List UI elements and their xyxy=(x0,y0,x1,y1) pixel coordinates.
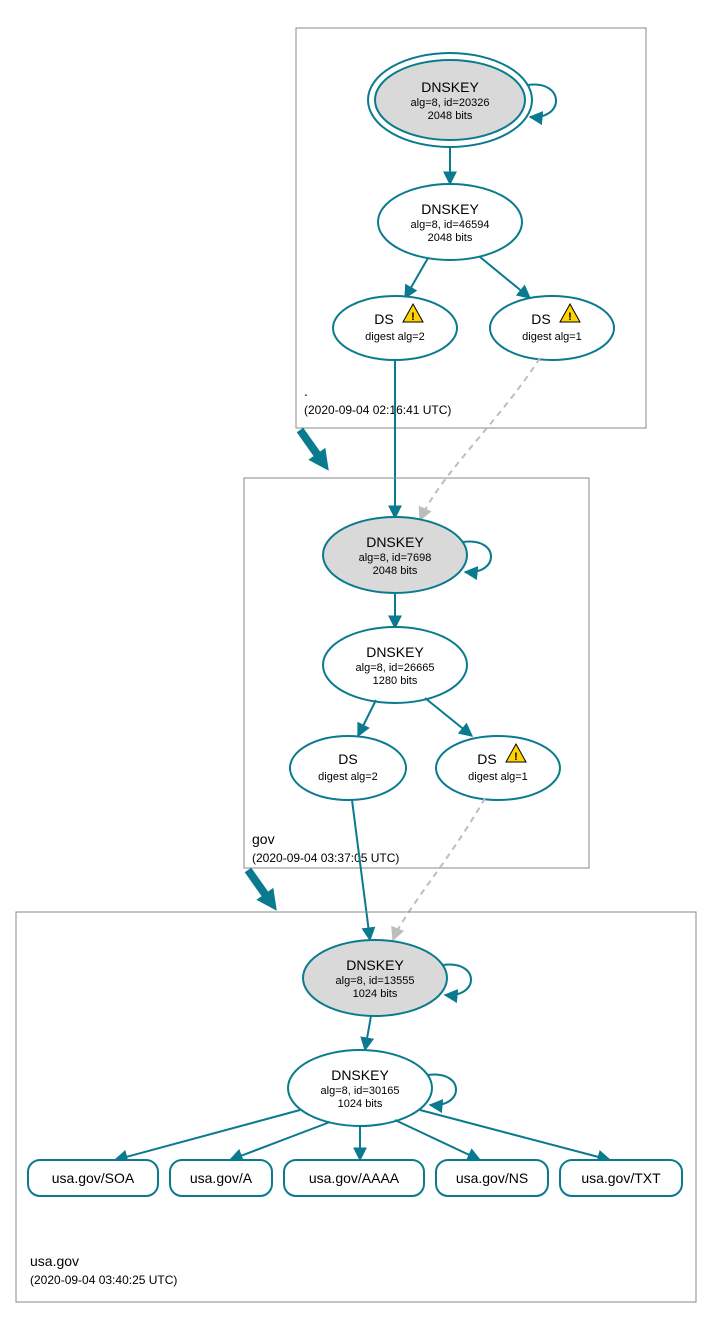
node-root-ds-left: DS digest alg=2 ! xyxy=(333,296,457,360)
rr-txt-label: usa.gov/TXT xyxy=(581,1170,661,1186)
gov-ksk-line2: alg=8, id=7698 xyxy=(359,552,432,564)
gov-dsright-sub: digest alg=1 xyxy=(468,771,528,783)
node-root-zsk: DNSKEY alg=8, id=46594 2048 bits xyxy=(378,184,522,260)
zone-label-gov: gov xyxy=(252,831,275,847)
edge-usagov-ksk-zsk xyxy=(365,1016,371,1050)
usagov-zsk-line2: alg=8, id=30165 xyxy=(321,1085,400,1097)
edge-gov-zsk-dsleft xyxy=(358,700,376,736)
root-ksk-title: DNSKEY xyxy=(421,79,479,95)
edge-zone-gov-to-usagov xyxy=(248,870,272,904)
edge-root-dsright-gov-ksk xyxy=(420,358,540,520)
node-usagov-ksk: DNSKEY alg=8, id=13555 1024 bits xyxy=(303,940,447,1016)
rr-aaaa-label: usa.gov/AAAA xyxy=(309,1170,400,1186)
svg-text:!: ! xyxy=(568,311,572,323)
gov-zsk-title: DNSKEY xyxy=(366,644,424,660)
zone-time-usagov: (2020-09-04 03:40:25 UTC) xyxy=(30,1273,177,1287)
usagov-zsk-title: DNSKEY xyxy=(331,1067,389,1083)
edge-root-zsk-dsleft xyxy=(405,258,428,298)
svg-text:!: ! xyxy=(514,751,518,763)
root-dsleft-sub: digest alg=2 xyxy=(365,331,425,343)
node-gov-zsk: DNSKEY alg=8, id=26665 1280 bits xyxy=(323,627,467,703)
usagov-ksk-line3: 1024 bits xyxy=(353,988,398,1000)
root-zsk-line3: 2048 bits xyxy=(428,232,473,244)
rr-a: usa.gov/A xyxy=(170,1160,272,1196)
edge-gov-zsk-dsright xyxy=(425,698,472,736)
node-root-ksk: DNSKEY alg=8, id=20326 2048 bits xyxy=(368,53,532,147)
gov-dsright-title: DS xyxy=(477,751,496,767)
root-dsright-sub: digest alg=1 xyxy=(522,331,582,343)
edge-gov-dsright-usagov-ksk xyxy=(393,798,485,940)
gov-dsleft-title: DS xyxy=(338,751,357,767)
node-usagov-zsk: DNSKEY alg=8, id=30165 1024 bits xyxy=(288,1050,432,1126)
root-dsright-title: DS xyxy=(531,311,550,327)
gov-dsleft-sub: digest alg=2 xyxy=(318,771,378,783)
node-gov-ksk: DNSKEY alg=8, id=7698 2048 bits xyxy=(323,517,467,593)
rr-ns-label: usa.gov/NS xyxy=(456,1170,528,1186)
gov-zsk-line3: 1280 bits xyxy=(373,675,418,687)
edge-gov-dsleft-usagov-ksk xyxy=(352,800,370,940)
edge-root-zsk-dsright xyxy=(480,257,530,298)
rr-a-label: usa.gov/A xyxy=(190,1170,253,1186)
root-ksk-line3: 2048 bits xyxy=(428,110,473,122)
root-dsleft-title: DS xyxy=(374,311,393,327)
gov-ksk-line3: 2048 bits xyxy=(373,565,418,577)
gov-ksk-title: DNSKEY xyxy=(366,534,424,550)
root-ksk-line2: alg=8, id=20326 xyxy=(411,97,490,109)
node-root-ds-right: DS digest alg=1 ! xyxy=(490,296,614,360)
node-gov-ds-right: DS digest alg=1 ! xyxy=(436,736,560,800)
gov-zsk-line2: alg=8, id=26665 xyxy=(356,662,435,674)
node-gov-ds-left: DS digest alg=2 xyxy=(290,736,406,800)
zone-time-gov: (2020-09-04 03:37:05 UTC) xyxy=(252,851,399,865)
edge-zsk-rr-a xyxy=(230,1122,330,1160)
usagov-ksk-line2: alg=8, id=13555 xyxy=(336,975,415,987)
dnssec-diagram: . (2020-09-04 02:16:41 UTC) DNSKEY alg=8… xyxy=(0,0,707,1320)
rr-soa: usa.gov/SOA xyxy=(28,1160,158,1196)
zone-time-root: (2020-09-04 02:16:41 UTC) xyxy=(304,403,451,417)
edge-zsk-rr-txt xyxy=(420,1110,610,1160)
root-zsk-line2: alg=8, id=46594 xyxy=(411,219,490,231)
rr-ns: usa.gov/NS xyxy=(436,1160,548,1196)
svg-text:!: ! xyxy=(411,311,415,323)
edge-zsk-rr-soa xyxy=(115,1110,300,1160)
usagov-ksk-title: DNSKEY xyxy=(346,957,404,973)
usagov-zsk-line3: 1024 bits xyxy=(338,1098,383,1110)
edge-zsk-rr-ns xyxy=(395,1120,480,1160)
zone-label-root: . xyxy=(304,383,308,399)
zone-label-usagov: usa.gov xyxy=(30,1253,79,1269)
rr-soa-label: usa.gov/SOA xyxy=(52,1170,135,1186)
root-zsk-title: DNSKEY xyxy=(421,201,479,217)
rr-txt: usa.gov/TXT xyxy=(560,1160,682,1196)
edge-zone-root-to-gov xyxy=(300,430,324,464)
rr-aaaa: usa.gov/AAAA xyxy=(284,1160,424,1196)
